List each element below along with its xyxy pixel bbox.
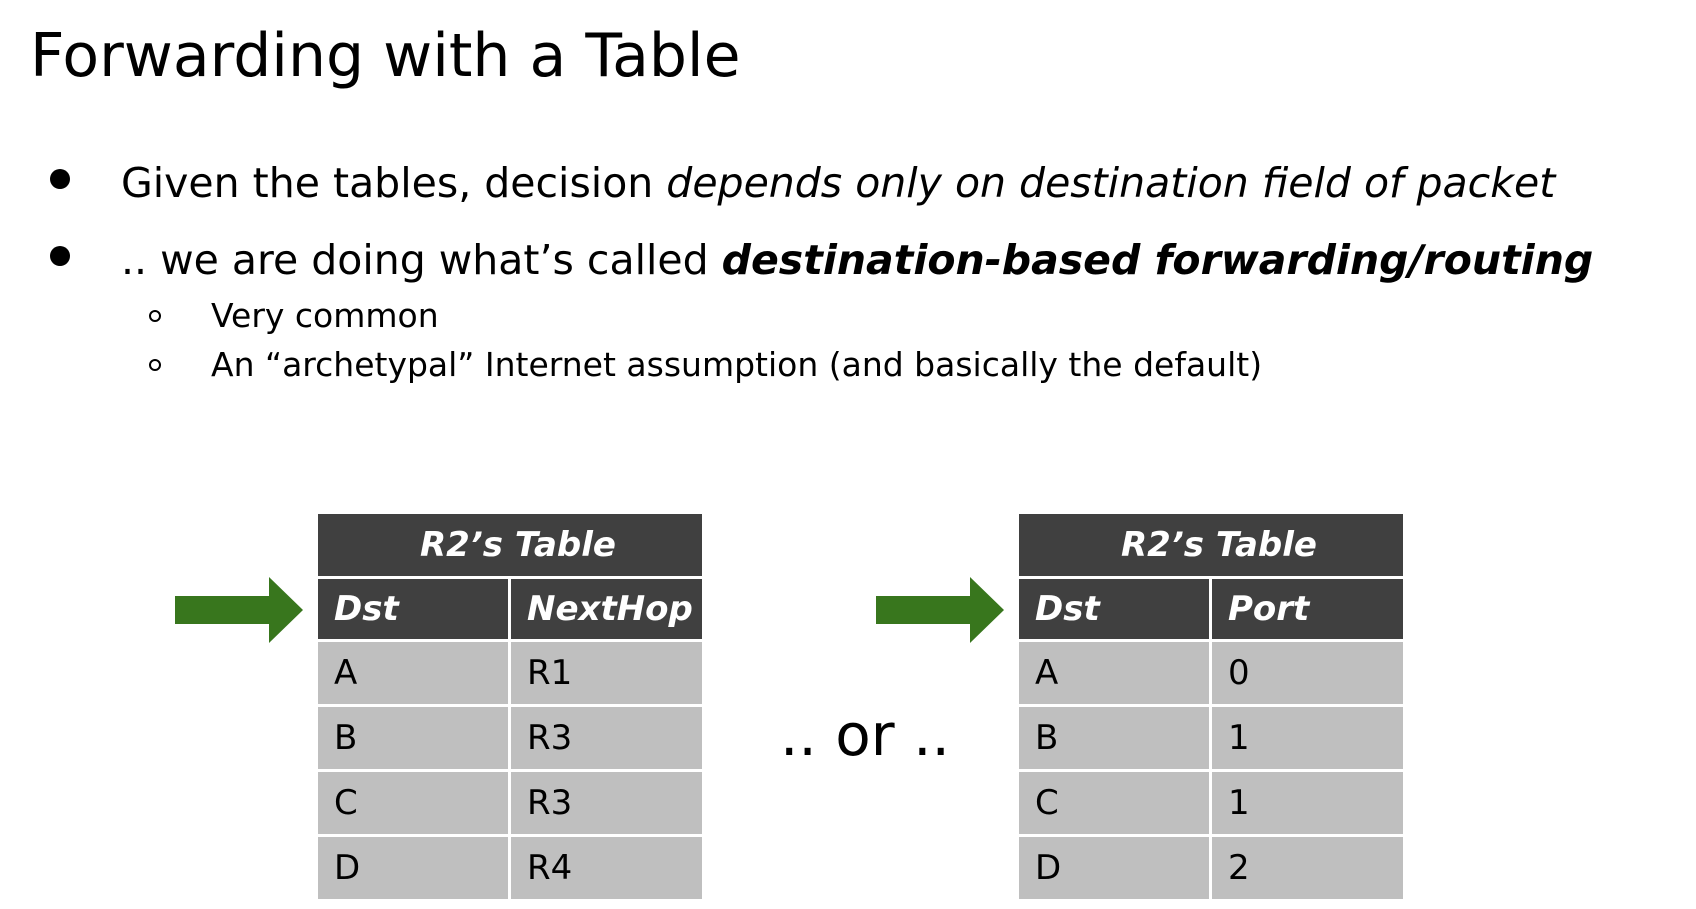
separator-text: .. or .. — [780, 701, 950, 769]
sub-bullet-text: Very common — [211, 296, 439, 335]
table-cell: R4 — [511, 837, 702, 902]
table-cell: A — [318, 642, 511, 707]
table-cell: A — [1019, 642, 1212, 707]
table-cell: C — [1019, 772, 1212, 837]
table-caption: R2’s Table — [318, 514, 702, 579]
table-row: C R3 — [318, 772, 702, 837]
sub-bullet-ring-icon — [149, 310, 161, 322]
forwarding-table-port: R2’s Table Dst Port A 0 B 1 C 1 D 2 — [1019, 514, 1403, 902]
bullet-dot-icon — [50, 246, 70, 266]
bullet-plain-text: Given the tables, decision — [121, 159, 667, 207]
table-row: C 1 — [1019, 772, 1403, 837]
bullet-dot-icon — [50, 169, 70, 189]
table-cell: C — [318, 772, 511, 837]
table-cell: 1 — [1212, 707, 1403, 772]
table-row: A R1 — [318, 642, 702, 707]
column-header-port: Port — [1212, 579, 1403, 642]
table-cell: R1 — [511, 642, 702, 707]
table-caption: R2’s Table — [1019, 514, 1403, 579]
column-header-dst: Dst — [1019, 579, 1212, 642]
bullet-text: Given the tables, decision depends only … — [121, 157, 1555, 209]
table-cell: D — [1019, 837, 1212, 902]
table-row: B R3 — [318, 707, 702, 772]
table-cell: B — [318, 707, 511, 772]
table-cell: 1 — [1212, 772, 1403, 837]
table-cell: R3 — [511, 707, 702, 772]
right-arrow-icon — [876, 577, 1004, 643]
table-row: A 0 — [1019, 642, 1403, 707]
table-cell: D — [318, 837, 511, 902]
column-header-nexthop: NextHop — [511, 579, 702, 642]
right-arrow-icon — [175, 577, 303, 643]
sub-bullet-ring-icon — [149, 359, 161, 371]
table-row: D 2 — [1019, 837, 1403, 902]
bullet-emphasis-text: destination-based forwarding/routing — [721, 236, 1594, 284]
column-header-dst: Dst — [318, 579, 511, 642]
bullet-plain-text: .. we are doing what’s called — [121, 236, 722, 284]
table-cell: B — [1019, 707, 1212, 772]
table-row: B 1 — [1019, 707, 1403, 772]
slide-title: Forwarding with a Table — [30, 21, 741, 91]
table-cell: 2 — [1212, 837, 1403, 902]
table-cell: R3 — [511, 772, 702, 837]
sub-bullet-text: An “archetypal” Internet assumption (and… — [211, 345, 1263, 384]
bullet-emphasis-text: depends only on destination field of pac… — [666, 159, 1556, 207]
table-row: D R4 — [318, 837, 702, 902]
table-cell: 0 — [1212, 642, 1403, 707]
bullet-text: .. we are doing what’s called destinatio… — [121, 234, 1593, 286]
forwarding-table-nexthop: R2’s Table Dst NextHop A R1 B R3 C R3 D … — [318, 514, 702, 902]
